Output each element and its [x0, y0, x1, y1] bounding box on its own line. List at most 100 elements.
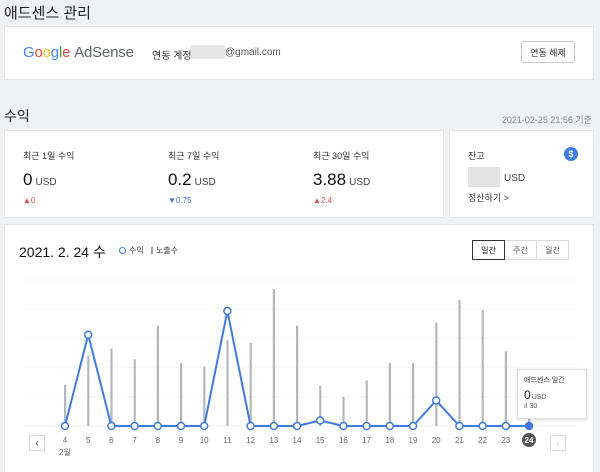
- metric-1day: 최근 1일 수익 0 USD ▲0: [23, 149, 74, 205]
- adsense-link-card: Google AdSense 연동 계정 @gmail.com 연동 해제: [4, 26, 594, 80]
- revenue-point: [199, 421, 209, 431]
- impression-bar: [133, 359, 136, 426]
- revenue-point: [60, 421, 70, 431]
- metric-label: 최근 1일 수익: [23, 151, 75, 161]
- revenue-point: [431, 396, 441, 405]
- triangle-down-icon: ▼: [168, 196, 176, 205]
- email-mask: [191, 45, 225, 59]
- impression-bar: [412, 363, 415, 426]
- metric-label: 최근 7일 수익: [168, 151, 220, 161]
- impression-bar: [180, 363, 183, 426]
- page-title: 애드센스 관리: [4, 5, 91, 22]
- x-tick-label: 7: [132, 436, 137, 445]
- revenue-point: [223, 306, 232, 316]
- x-tick-label: 15: [316, 436, 325, 445]
- unlink-button[interactable]: 연동 해제: [521, 41, 575, 63]
- bar-icon: ıl: [524, 403, 528, 410]
- x-tick-label: 8: [156, 436, 161, 445]
- balance-value-mask: [468, 167, 500, 187]
- linked-account-email: @gmail.com: [225, 47, 281, 58]
- revenue-point: [130, 421, 139, 431]
- revenue-point: [501, 421, 511, 431]
- impression-bar: [458, 300, 461, 426]
- impression-bar: [296, 325, 299, 426]
- x-tick-label: 13: [269, 436, 278, 445]
- metric-unit: USD: [35, 177, 57, 188]
- metric-unit: USD: [194, 177, 216, 188]
- tooltip-unit: USD: [531, 394, 547, 401]
- revenue-point: [315, 416, 325, 425]
- impression-bar: [504, 351, 507, 426]
- month-label: 2월: [59, 447, 71, 457]
- revenue-point: [107, 421, 116, 431]
- impression-bar: [365, 380, 368, 426]
- metric-value: 0.2: [168, 170, 192, 189]
- impression-bar: [156, 325, 159, 426]
- revenue-point: [408, 421, 418, 431]
- metric-value: 3.88: [313, 170, 347, 189]
- revenue-point: [455, 421, 464, 431]
- impression-bar: [249, 342, 252, 426]
- balance-card: 잔고 $ USD 정산하기 >: [449, 130, 594, 218]
- revenue-point: [176, 421, 186, 431]
- impression-bar: [435, 322, 438, 426]
- impression-bar: [110, 348, 113, 426]
- x-tick-label: 16: [339, 436, 348, 445]
- revenue-point: [292, 421, 302, 431]
- balance-unit: USD: [504, 173, 526, 184]
- chevron-left-icon[interactable]: ‹: [29, 435, 45, 451]
- x-tick-label: 11: [223, 436, 232, 445]
- linked-account-label: 연동 계정: [152, 51, 192, 62]
- triangle-up-icon: ▲: [313, 196, 321, 205]
- tab-daily[interactable]: 일간: [472, 240, 505, 260]
- revenue-point: [385, 421, 395, 431]
- x-tick-label: 20: [432, 436, 441, 445]
- revenue-point: [269, 421, 279, 431]
- revenue-point: [339, 421, 348, 431]
- x-tick-label: 22: [478, 436, 487, 445]
- impression-bar: [388, 363, 391, 426]
- metric-delta: ▲0: [23, 196, 36, 205]
- chart-tooltip: 애드센스 일간 0USD ıl 30: [517, 369, 587, 419]
- chevron-right-icon[interactable]: ›: [550, 435, 566, 451]
- metric-delta: ▲2.4: [313, 196, 333, 205]
- revenue-point: [83, 330, 93, 339]
- triangle-up-icon: ▲: [23, 196, 31, 205]
- x-tick-label: 5: [86, 436, 91, 445]
- metric-value: 0: [23, 170, 33, 189]
- revenue-summary-card: 최근 1일 수익 0 USD ▲0 최근 7일 수익 0.2 USD ▼0.75 최…: [4, 130, 444, 218]
- x-tick-label: 21: [455, 436, 464, 445]
- metric-label: 최근 30일 수익: [313, 151, 370, 161]
- google-adsense-logo: Google AdSense: [23, 44, 134, 61]
- impression-bar: [342, 396, 345, 426]
- metric-delta: ▼0.75: [168, 196, 192, 205]
- x-tick-label: 17: [362, 436, 371, 445]
- impression-bar: [481, 310, 484, 426]
- x-tick-label: 24: [525, 436, 534, 445]
- tooltip-value: 0: [524, 388, 531, 402]
- x-tick-label: 9: [179, 436, 184, 445]
- metric-30day: 최근 30일 수익 3.88 USD ▲2.4: [313, 149, 370, 205]
- dollar-icon: $: [564, 147, 578, 161]
- settle-link[interactable]: 정산하기 >: [468, 191, 509, 204]
- revenue-chart: 4 5 6 7 8 9 10 11 12 13 14 15 16 17 18 19 20 21 22 23 24 2월: [23, 279, 577, 457]
- x-tick-label: 4: [63, 436, 68, 445]
- metric-7day: 최근 7일 수익 0.2 USD ▼0.75: [168, 149, 219, 205]
- revenue-timestamp: 2021-02-25 21:56 기준: [501, 115, 592, 125]
- x-tick-label: 10: [200, 436, 209, 445]
- revenue-section-title: 수익: [4, 108, 30, 124]
- x-tick-label: 14: [293, 436, 302, 445]
- revenue-point: [153, 421, 163, 431]
- metric-unit: USD: [349, 177, 371, 188]
- revenue-point: [362, 421, 371, 431]
- revenue-point: [246, 421, 255, 431]
- revenue-point: [524, 421, 534, 431]
- balance-label: 잔고: [468, 151, 485, 161]
- impression-bar: [272, 289, 275, 426]
- impression-bar: [87, 355, 90, 426]
- x-tick-label: 18: [385, 436, 394, 445]
- chart-card: 2021. 2. 24 수 수익 노출수 일간 주간 월간 4 5 6 7 8 9 10 11…: [4, 224, 594, 472]
- tooltip-impressions: ıl 30: [524, 403, 538, 410]
- x-tick-label: 12: [246, 436, 255, 445]
- x-tick-label: 23: [501, 436, 510, 445]
